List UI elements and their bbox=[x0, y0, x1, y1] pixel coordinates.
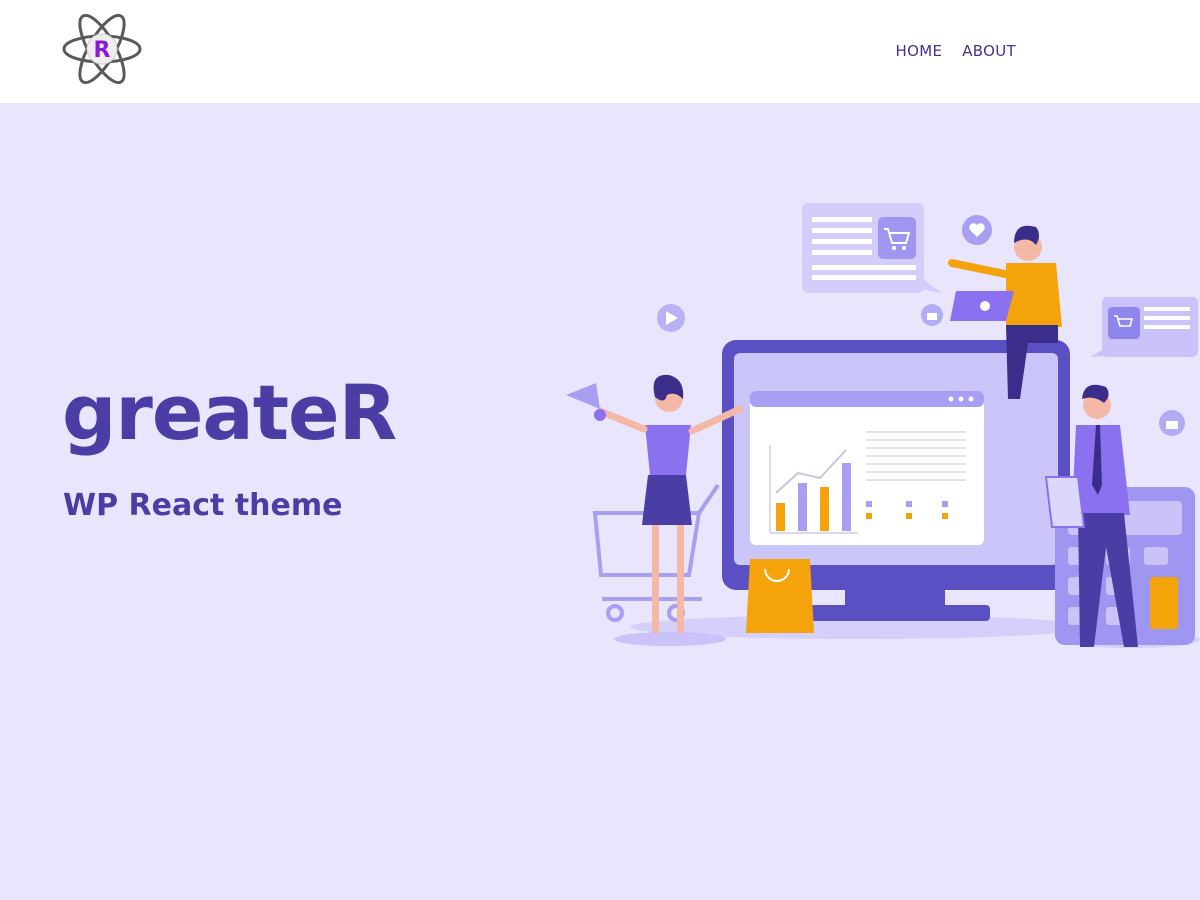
hero-title: greateR bbox=[62, 368, 397, 457]
woman-figure-icon bbox=[566, 374, 744, 646]
thumbs-up-bubble-icon bbox=[921, 304, 943, 326]
site-header: R HOME ABOUT bbox=[0, 0, 1200, 103]
nav-home-link[interactable]: HOME bbox=[896, 42, 943, 60]
chat-card-cart-icon bbox=[802, 203, 942, 293]
heart-bubble-icon bbox=[962, 215, 992, 245]
dashboard-window-icon bbox=[750, 391, 984, 545]
logo-letter: R bbox=[94, 38, 111, 63]
chat-card-right-icon bbox=[1090, 297, 1198, 357]
main-nav: HOME ABOUT bbox=[896, 42, 1016, 60]
thumbs-up-bubble-right-icon bbox=[1159, 410, 1185, 436]
play-bubble-icon bbox=[657, 304, 685, 332]
site-logo[interactable]: R bbox=[60, 7, 144, 91]
hero-illustration bbox=[566, 203, 1200, 648]
hero-subtitle: WP React theme bbox=[63, 488, 343, 523]
nav-about-link[interactable]: ABOUT bbox=[962, 42, 1016, 60]
shopping-bag-icon bbox=[746, 559, 814, 633]
